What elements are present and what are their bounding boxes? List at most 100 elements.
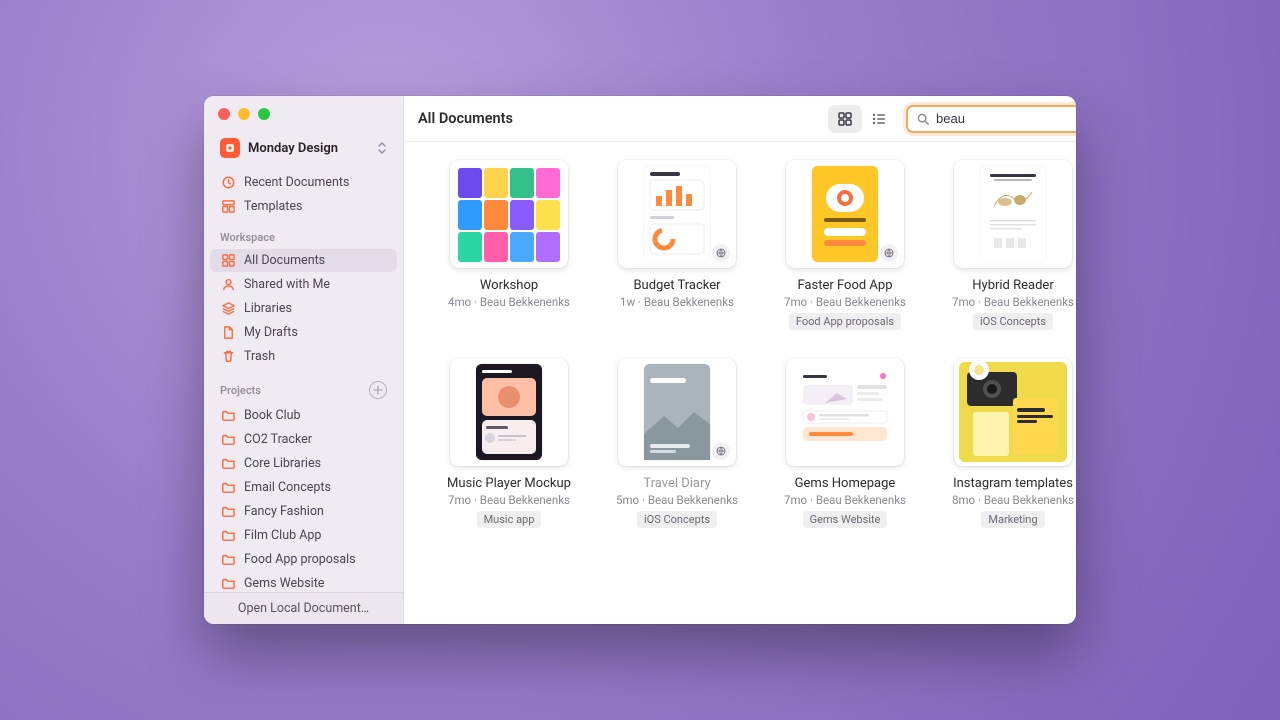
sidebar-item-label: Libraries xyxy=(244,301,292,316)
document-thumbnail xyxy=(954,160,1072,268)
minimize-window-button[interactable] xyxy=(238,108,250,120)
projects-header-label: Projects xyxy=(220,384,261,397)
projects-header: Projects xyxy=(210,369,397,403)
chevron-up-down-icon xyxy=(377,141,387,155)
search-input[interactable] xyxy=(936,111,1076,126)
sidebar: Monday Design Recent DocumentsTemplates … xyxy=(204,96,404,624)
sidebar-item-templates[interactable]: Templates xyxy=(210,195,397,218)
sidebar-item-label: Recent Documents xyxy=(244,175,349,190)
document-tag: Food App proposals xyxy=(789,313,901,330)
sidebar-item-label: Templates xyxy=(244,199,302,214)
add-project-button[interactable] xyxy=(369,381,387,399)
document-title: Hybrid Reader xyxy=(952,278,1074,293)
app-window: Monday Design Recent DocumentsTemplates … xyxy=(204,96,1076,624)
folder-icon xyxy=(220,480,236,496)
folder-icon xyxy=(220,432,236,448)
folder-icon xyxy=(220,576,236,592)
sidebar-item-trash[interactable]: Trash xyxy=(210,345,397,368)
document-card[interactable]: Instagram templates 8mo · Beau Bekkenenk… xyxy=(938,358,1076,528)
globe-icon xyxy=(712,442,730,460)
folder-icon xyxy=(220,552,236,568)
sidebar-item-label: Book Club xyxy=(244,408,301,423)
zoom-window-button[interactable] xyxy=(258,108,270,120)
folder-icon xyxy=(220,528,236,544)
templates-icon xyxy=(220,199,236,215)
folder-icon xyxy=(220,408,236,424)
sidebar-item-libraries[interactable]: Libraries xyxy=(210,297,397,320)
document-card[interactable]: Travel Diary 5mo · Beau Bekkenenks iOS C… xyxy=(602,358,752,528)
sidebar-item-label: CO2 Tracker xyxy=(244,432,312,447)
document-meta: 7mo · Beau Bekkenenks xyxy=(784,295,906,309)
sidebar-item-email-concepts[interactable]: Email Concepts xyxy=(210,476,397,499)
sidebar-item-label: Fancy Fashion xyxy=(244,504,324,519)
globe-icon xyxy=(712,244,730,262)
document-thumbnail xyxy=(450,160,568,268)
document-meta: 7mo · Beau Bekkenenks xyxy=(784,493,906,507)
document-tag: iOS Concepts xyxy=(637,511,717,528)
window-controls xyxy=(204,96,403,128)
document-tag: Music app xyxy=(477,511,542,528)
sidebar-item-book-club[interactable]: Book Club xyxy=(210,404,397,427)
workspace-header: Workspace xyxy=(210,219,397,248)
sidebar-item-recent-documents[interactable]: Recent Documents xyxy=(210,171,397,194)
document-card[interactable]: Gems Homepage 7mo · Beau Bekkenenks Gems… xyxy=(770,358,920,528)
team-badge-icon xyxy=(220,138,240,158)
folder-icon xyxy=(220,504,236,520)
document-tag: Gems Website xyxy=(803,511,888,528)
footer-button-label: Open Local Document… xyxy=(238,601,369,616)
sidebar-item-label: Food App proposals xyxy=(244,552,356,567)
clock-icon xyxy=(220,175,236,191)
person-icon xyxy=(220,277,236,293)
sidebar-item-label: Shared with Me xyxy=(244,277,330,292)
doc-icon xyxy=(220,325,236,341)
grid-icon xyxy=(220,253,236,269)
document-meta: 4mo · Beau Bekkenenks xyxy=(448,295,570,309)
document-card[interactable]: Faster Food App 7mo · Beau Bekkenenks Fo… xyxy=(770,160,920,330)
sidebar-item-film-club-app[interactable]: Film Club App xyxy=(210,524,397,547)
document-card[interactable]: Budget Tracker 1w · Beau Bekkenenks xyxy=(602,160,752,330)
globe-icon xyxy=(880,244,898,262)
open-local-document-button[interactable]: Open Local Document… xyxy=(204,592,403,624)
sidebar-item-label: My Drafts xyxy=(244,325,298,340)
document-title: Music Player Mockup xyxy=(447,476,571,491)
document-thumbnail xyxy=(618,160,736,268)
document-card[interactable]: Hybrid Reader 7mo · Beau Bekkenenks iOS … xyxy=(938,160,1076,330)
sidebar-item-core-libraries[interactable]: Core Libraries xyxy=(210,452,397,475)
document-title: Travel Diary xyxy=(616,476,738,491)
document-thumbnail xyxy=(954,358,1072,466)
trash-icon xyxy=(220,349,236,365)
grid-view-button[interactable] xyxy=(828,105,862,133)
sidebar-item-label: Gems Website xyxy=(244,576,324,591)
document-thumbnail xyxy=(618,358,736,466)
document-thumbnail xyxy=(786,160,904,268)
workspace-header-label: Workspace xyxy=(220,231,275,244)
sidebar-item-food-app-proposals[interactable]: Food App proposals xyxy=(210,548,397,571)
list-view-button[interactable] xyxy=(862,105,896,133)
sidebar-item-label: Email Concepts xyxy=(244,480,331,495)
document-tag: Marketing xyxy=(981,511,1044,528)
document-meta: 8mo · Beau Bekkenenks xyxy=(952,493,1074,507)
document-thumbnail xyxy=(786,358,904,466)
team-name: Monday Design xyxy=(248,141,369,156)
document-title: Gems Homepage xyxy=(784,476,906,491)
document-card[interactable]: Workshop 4mo · Beau Bekkenenks xyxy=(434,160,584,330)
document-card[interactable]: Music Player Mockup 7mo · Beau Bekkenenk… xyxy=(434,358,584,528)
document-meta: 5mo · Beau Bekkenenks xyxy=(616,493,738,507)
sidebar-item-shared-with-me[interactable]: Shared with Me xyxy=(210,273,397,296)
team-switcher[interactable]: Monday Design xyxy=(210,132,397,164)
sidebar-item-label: Film Club App xyxy=(244,528,321,543)
sidebar-item-label: All Documents xyxy=(244,253,325,268)
sidebar-item-gems-website[interactable]: Gems Website xyxy=(210,572,397,592)
document-title: Instagram templates xyxy=(952,476,1074,491)
sidebar-item-label: Core Libraries xyxy=(244,456,321,471)
main-panel: All Documents Worksho xyxy=(404,96,1076,624)
close-window-button[interactable] xyxy=(218,108,230,120)
page-title: All Documents xyxy=(418,110,818,127)
sidebar-item-fancy-fashion[interactable]: Fancy Fashion xyxy=(210,500,397,523)
document-meta: 7mo · Beau Bekkenenks xyxy=(447,493,571,507)
search-icon xyxy=(916,112,930,126)
sidebar-item-co2-tracker[interactable]: CO2 Tracker xyxy=(210,428,397,451)
sidebar-item-my-drafts[interactable]: My Drafts xyxy=(210,321,397,344)
search-field[interactable] xyxy=(906,105,1076,133)
sidebar-item-all-documents[interactable]: All Documents xyxy=(210,249,397,272)
